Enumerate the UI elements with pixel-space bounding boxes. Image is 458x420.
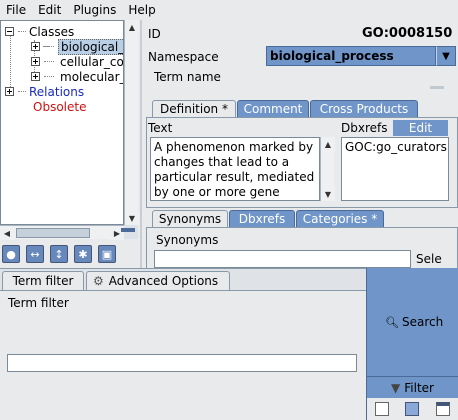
id-label: ID [148, 27, 161, 41]
magnifier-icon: 🔍︎ [385, 315, 399, 329]
collapse-icon[interactable] [5, 27, 14, 36]
tab-cross-products[interactable]: Cross Products [310, 100, 418, 117]
tree-horizontal-scrollbar[interactable]: ◀ ▶ [0, 225, 124, 240]
expand-icon[interactable] [5, 87, 14, 96]
expand-icon[interactable] [31, 72, 40, 81]
tree-toolbar: ● ↔ ↕ ✱ ▣ [2, 245, 116, 263]
filter-button[interactable]: ▼ Filter [366, 376, 458, 398]
definition-text-label: Text [148, 121, 173, 135]
circle-icon[interactable]: ● [2, 245, 20, 263]
lock-icon[interactable]: ▣ [98, 245, 116, 263]
dbxref-item[interactable]: GOC:go_curators [345, 140, 447, 154]
term-name-scroll [430, 86, 444, 89]
menu-edit[interactable]: Edit [32, 3, 67, 17]
definition-text-area[interactable]: A phenomenon marked by changes that lead… [150, 137, 320, 201]
tab-definition[interactable]: Definition * [152, 100, 236, 117]
tab-synonyms[interactable]: Synonyms [152, 210, 228, 227]
term-filter-label: Term filter [8, 296, 69, 310]
tree-structure-icon[interactable]: ✱ [74, 245, 92, 263]
window-icon[interactable] [435, 402, 450, 416]
tree-label-relations: Relations [29, 84, 85, 99]
namespace-select[interactable]: biological_process ▼ [266, 46, 456, 66]
tree-label-biological: biological_ [58, 38, 123, 55]
funnel-icon: ▼ [391, 380, 401, 395]
definition-scrollbar[interactable]: ▲ ▼ [320, 137, 335, 201]
tab-dbxrefs[interactable]: Dbxrefs [229, 210, 295, 227]
menu-plugins[interactable]: Plugins [67, 3, 122, 17]
search-label: Search [401, 315, 444, 329]
select-button[interactable]: Sele [416, 252, 442, 266]
advanced-options-label: Advanced Options [108, 274, 219, 288]
edit-button[interactable]: Edit [393, 120, 448, 136]
dbxref-list[interactable]: GOC:go_curators [341, 137, 449, 201]
collapse-bar-icon[interactable] [121, 228, 135, 232]
expand-vertical-icon[interactable]: ↕ [50, 245, 68, 263]
split-divider[interactable] [140, 20, 142, 268]
search-button[interactable]: 🔍︎ Search [366, 268, 458, 376]
tree-label-molecular: molecular_ [60, 69, 124, 84]
scroll-down-icon[interactable]: ▼ [125, 211, 139, 225]
expand-horizontal-icon[interactable]: ↔ [26, 245, 44, 263]
document-icon[interactable] [375, 402, 390, 416]
tree-label-classes: Classes [29, 24, 75, 39]
expand-icon[interactable] [31, 57, 40, 66]
tab-categories[interactable]: Categories * [296, 210, 384, 227]
scroll-down-icon[interactable]: ▼ [321, 187, 335, 201]
tree-label-obsolete: Obsolete [33, 99, 87, 114]
tab-term-filter[interactable]: Term filter [2, 271, 84, 290]
tree-node-classes[interactable]: Classes [5, 24, 74, 39]
scroll-left-icon[interactable]: ◀ [0, 226, 14, 240]
tree-vertical-scrollbar[interactable]: ▲ ▼ [124, 20, 139, 225]
scroll-up-icon[interactable]: ▲ [125, 20, 139, 34]
expand-icon[interactable] [31, 42, 40, 51]
tab-comment[interactable]: Comment [237, 100, 309, 117]
term-name-label: Term name [154, 70, 221, 84]
ontology-tree[interactable]: Classes biological_ cellular_co molecula… [0, 20, 124, 225]
result-toolbar [366, 398, 458, 420]
tree-node-biological[interactable]: biological_ [31, 38, 123, 55]
term-filter-input[interactable] [7, 354, 357, 372]
synonyms-label: Synonyms [156, 233, 219, 247]
synonyms-list[interactable] [154, 250, 411, 268]
tab-advanced-options[interactable]: ⚙ Advanced Options [86, 271, 230, 290]
chevron-down-icon[interactable]: ▼ [436, 46, 456, 66]
menu-help[interactable]: Help [122, 3, 161, 17]
paste-icon[interactable] [405, 402, 420, 416]
tree-node-obsolete[interactable]: Obsolete [5, 99, 86, 114]
scroll-thumb[interactable] [16, 228, 90, 238]
menubar: File Edit Plugins Help [0, 0, 458, 20]
dbxrefs-label: Dbxrefs [341, 121, 388, 135]
scroll-up-icon[interactable]: ▲ [321, 137, 335, 151]
namespace-value: biological_process [266, 46, 436, 66]
menu-file[interactable]: File [0, 3, 32, 17]
tree-node-molecular[interactable]: molecular_ [31, 69, 124, 84]
search-panel: Term filter ⚙ Advanced Options Term filt… [0, 268, 458, 420]
term-name-field-edge[interactable]: ......................... [154, 85, 294, 89]
filter-label: Filter [404, 380, 434, 395]
gear-icon: ⚙ [93, 274, 104, 288]
tree-label-cellular: cellular_co [60, 54, 124, 69]
id-value: GO:0008150 [362, 26, 453, 41]
namespace-label: Namespace [148, 50, 219, 64]
tree-node-cellular[interactable]: cellular_co [31, 54, 124, 69]
tree-node-relations[interactable]: Relations [5, 84, 84, 99]
